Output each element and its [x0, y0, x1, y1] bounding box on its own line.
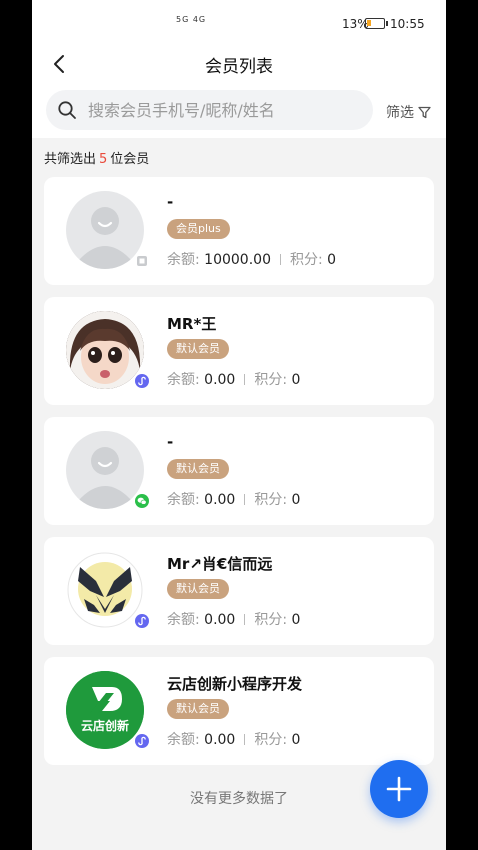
funnel-icon [418, 106, 431, 118]
points-value: 0 [291, 612, 301, 628]
member-balance-row: 余额: 0.00 积分: 0 [167, 612, 301, 628]
signal-icon: 5G 4G [176, 15, 207, 24]
member-balance-row: 余额: 0.00 积分: 0 [167, 732, 301, 748]
balance-value: 0.00 [204, 612, 236, 628]
filter-button[interactable]: 筛选 [386, 102, 431, 122]
member-card[interactable]: Mr↗肖€信而远 默认会员 余额: 0.00 积分: 0 [44, 537, 434, 645]
result-count-number: 5 [99, 152, 108, 167]
member-card[interactable]: - 会员plus 余额: 10000.00 积分: 0 [44, 177, 434, 285]
balance-value: 0.00 [204, 492, 236, 508]
miniprogram-icon [134, 373, 150, 389]
grid-icon [134, 253, 150, 269]
filter-label: 筛选 [386, 105, 414, 121]
member-balance-row: 余额: 0.00 积分: 0 [167, 372, 301, 388]
search-bar: 筛选 [32, 86, 446, 138]
points-value: 0 [291, 732, 301, 748]
plus-icon [386, 776, 412, 802]
member-card[interactable]: 云店创新 云店创新小程序开发 默认会员 余额: 0.00 积分: 0 [44, 657, 434, 765]
heart-hands-avatar [67, 552, 143, 628]
cartoon-girl-avatar [66, 311, 144, 389]
avatar [66, 191, 144, 269]
balance-value: 10000.00 [204, 252, 271, 268]
page-title: 会员列表 [205, 57, 273, 77]
clock: 10:55 [390, 17, 425, 31]
avatar: 云店创新 [66, 671, 144, 749]
balance-value: 0.00 [204, 372, 236, 388]
brand-logo-avatar [66, 671, 144, 749]
member-level-tag: 默认会员 [167, 579, 229, 599]
member-card[interactable]: MR*王 默认会员 余额: 0.00 积分: 0 [44, 297, 434, 405]
nav-header: 会员列表 [32, 46, 446, 86]
wechat-icon [134, 493, 150, 509]
screen: 5G 4G 13% 10:55 会员列表 筛选 共筛选出5位会员 [32, 0, 446, 850]
avatar [66, 311, 144, 389]
default-user-icon [78, 207, 132, 269]
member-name: Mr↗肖€信而远 [167, 555, 273, 573]
status-bar: 5G 4G 13% 10:55 [32, 0, 446, 46]
brand-logo-text: 云店创新 [80, 719, 129, 733]
member-name: MR*王 [167, 315, 217, 333]
member-level-tag: 会员plus [167, 219, 230, 239]
member-balance-row: 余额: 0.00 积分: 0 [167, 492, 301, 508]
points-value: 0 [291, 492, 301, 508]
result-count: 共筛选出 5 位会员 [44, 152, 150, 167]
balance-value: 0.00 [204, 732, 236, 748]
member-card[interactable]: - 默认会员 余额: 0.00 积分: 0 [44, 417, 434, 525]
add-member-button[interactable] [370, 760, 428, 818]
avatar [66, 551, 144, 629]
battery-icon [365, 18, 388, 29]
member-name: 云店创新小程序开发 [167, 675, 303, 693]
points-value: 0 [291, 372, 301, 388]
search-input[interactable] [88, 96, 358, 124]
search-icon [58, 101, 76, 119]
points-value: 0 [327, 252, 337, 268]
default-user-icon [78, 447, 132, 509]
member-level-tag: 默认会员 [167, 459, 229, 479]
member-level-tag: 默认会员 [167, 699, 229, 719]
miniprogram-icon [134, 733, 150, 749]
member-balance-row: 余额: 10000.00 积分: 0 [167, 252, 337, 268]
avatar [66, 431, 144, 509]
member-level-tag: 默认会员 [167, 339, 229, 359]
member-name: - [167, 193, 174, 211]
miniprogram-icon [134, 613, 150, 629]
search-box[interactable] [46, 90, 373, 130]
member-name: - [167, 433, 174, 451]
